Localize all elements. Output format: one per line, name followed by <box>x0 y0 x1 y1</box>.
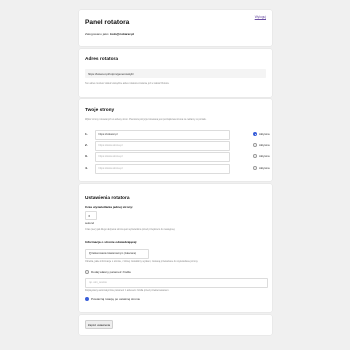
param-checkbox[interactable] <box>85 270 89 274</box>
row-number: 4. <box>85 165 88 170</box>
page-url-input-2[interactable]: https://www.strona.pl <box>95 141 230 151</box>
row-number: 2. <box>85 142 88 147</box>
pages-card: Twoje strony Wpisz strony rotowanych w a… <box>79 99 272 181</box>
rotator-url-box[interactable]: https://kotenet.pl/rotpm/generowstyb/ <box>85 69 266 78</box>
page-url-placeholder: https://www.strona.pl <box>98 167 123 171</box>
time-input[interactable]: 6 <box>85 211 97 220</box>
settings-title: Ustawienia rotatora <box>85 196 130 201</box>
address-title: Adres rotatora <box>85 57 119 62</box>
info-label: Informacja o stronie odwiedzającej: <box>85 240 138 244</box>
logged-prefix: Zalogowano jako: <box>85 32 110 36</box>
header-card: Panel rotatora Wyloguj Zalogowano jako: … <box>79 10 272 46</box>
rotate-label: Powtarzaj rotację po ostatniej stronie <box>91 297 141 302</box>
page: Panel rotatora Wyloguj Zalogowano jako: … <box>0 0 350 350</box>
chevron-down-icon: ⌄ <box>89 251 92 256</box>
row-number: 3. <box>85 153 88 158</box>
address-card: Adres rotatora https://kotenet.pl/rotpm/… <box>79 49 272 97</box>
rotator-url: https://kotenet.pl/rotpm/generowstyb/ <box>88 71 134 76</box>
param-placeholder: np. utm_source <box>89 281 107 285</box>
active-checkbox-2[interactable] <box>253 142 257 147</box>
logged-in-info: Zalogowano jako: kolo@cokarer.pl <box>85 32 134 36</box>
settings-card: Ustawienia rotatora Czas wyświetlania je… <box>79 184 272 312</box>
time-unit: sekund <box>85 221 95 225</box>
pages-hint: Wpisz strony rotowanych w adresy stron. … <box>85 118 207 121</box>
pages-title: Twoje strony <box>85 108 115 113</box>
user-email: kolo@cokarer.pl <box>110 32 135 36</box>
rotate-checkbox[interactable] <box>85 297 89 301</box>
page-row-2: 2. https://www.strona.pl Aktywna <box>85 141 270 151</box>
page-title: Panel rotatora <box>85 19 130 26</box>
param-hint: Dopisywany automatycznie parametr z adre… <box>85 289 170 292</box>
save-button[interactable]: Zapisz ustawienia <box>85 320 113 329</box>
time-hint: Czas (sec) jak długo aktywna strona jest… <box>85 228 176 231</box>
active-label: Aktywna <box>259 142 270 147</box>
time-label: Czas wyświetlania jednej strony: <box>85 205 134 209</box>
save-card: Zapisz ustawienia <box>79 315 272 335</box>
page-row-1: 1. https://cokarer.pl Aktywna <box>85 130 270 140</box>
page-url-value: https://cokarer.pl <box>98 133 118 137</box>
info-hint: Określa, jakie informacje o stronie, z k… <box>85 260 199 263</box>
page-url-placeholder: https://www.strona.pl <box>98 155 123 159</box>
active-checkbox-4[interactable] <box>253 165 257 170</box>
active-label: Aktywna <box>259 131 270 136</box>
active-checkbox-1[interactable] <box>253 131 257 136</box>
address-hint: Ten adres możesz wkleić wszędzie adres r… <box>85 82 170 85</box>
page-row-3: 3. https://www.strona.pl Aktywna <box>85 152 270 162</box>
active-checkbox-3[interactable] <box>253 153 257 158</box>
row-number: 1. <box>85 131 88 136</box>
active-label: Aktywna <box>259 165 270 170</box>
page-url-input-4[interactable]: https://www.strona.pl <box>95 164 230 174</box>
page-row-4: 4. https://www.strona.pl Aktywna <box>85 164 270 174</box>
time-value: 6 <box>88 213 91 218</box>
page-url-input-3[interactable]: https://www.strona.pl <box>95 152 230 162</box>
active-label: Aktywna <box>259 153 270 158</box>
page-url-placeholder: https://www.strona.pl <box>98 144 123 148</box>
info-select[interactable]: Przekierowanie klasterownym (zalecane) ⌄ <box>85 249 149 259</box>
param-input[interactable]: np. utm_source <box>85 278 268 288</box>
page-url-input-1[interactable]: https://cokarer.pl <box>95 130 230 140</box>
logout-link[interactable]: Wyloguj <box>255 15 266 19</box>
param-label: Dodaj własny parametr źródła <box>91 270 131 275</box>
